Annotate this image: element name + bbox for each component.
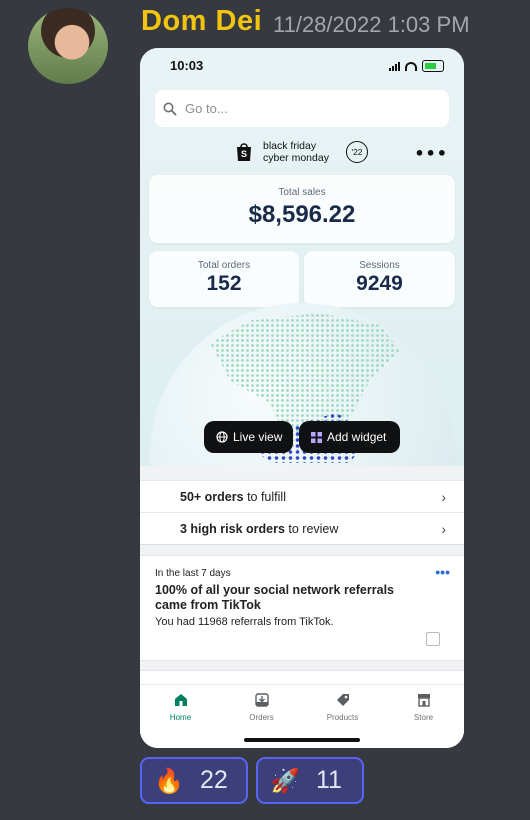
chevron-right-icon: ›	[441, 488, 446, 505]
task-fulfill-orders[interactable]: 50+ orders to fulfill ›	[140, 480, 464, 512]
insight-period: In the last 7 days	[155, 568, 231, 579]
total-sales-value: $8,596.22	[248, 201, 356, 228]
add-widget-button[interactable]: Add widget	[299, 421, 400, 453]
sessions-label: Sessions	[359, 260, 400, 271]
shopify-bag-icon: S	[237, 143, 251, 161]
search-bar[interactable]: Go to...	[155, 90, 449, 127]
insight-card[interactable]: In the last 7 days ••• 100% of all your …	[140, 555, 464, 661]
more-options-icon[interactable]: •••	[414, 144, 448, 163]
tab-orders-label: Orders	[249, 713, 274, 722]
orders-icon	[254, 693, 269, 707]
total-orders-value: 152	[206, 272, 242, 295]
tab-products-label: Products	[326, 713, 359, 722]
promo-line-2: cyber monday	[263, 152, 329, 164]
task-text: 50+ orders to fulfill	[180, 489, 286, 504]
promo-text: black friday cyber monday	[263, 140, 329, 164]
sessions-value: 9249	[356, 272, 403, 295]
task-list: 50+ orders to fulfill › 3 high risk orde…	[140, 480, 464, 545]
rocket-icon: 🚀	[270, 766, 300, 795]
task-text: 3 high risk orders to review	[180, 521, 339, 536]
east-coast-dots	[419, 303, 455, 339]
tab-store-label: Store	[413, 713, 434, 722]
fire-icon: 🔥	[154, 766, 184, 795]
reaction-count: 22	[200, 766, 228, 794]
tab-home-label: Home	[169, 713, 192, 722]
dashboard-header: 10:03 Go to... S black friday cyber mond…	[140, 48, 464, 608]
products-icon	[336, 694, 349, 706]
svg-text:S: S	[241, 149, 247, 159]
signal-icon	[389, 61, 400, 71]
user-avatar[interactable]	[28, 8, 108, 84]
promo-banner[interactable]: S black friday cyber monday	[235, 140, 329, 164]
insight-title: 100% of all your social network referral…	[155, 583, 394, 612]
insight-body: You had 11968 referrals from TikTok.	[155, 616, 334, 628]
wifi-icon	[405, 61, 417, 71]
task-review-high-risk[interactable]: 3 high risk orders to review ›	[140, 512, 464, 544]
status-icons	[389, 60, 444, 72]
promo-year-badge: '22	[346, 141, 368, 163]
sessions-card[interactable]: Sessions 9249	[304, 251, 455, 307]
tab-store[interactable]: Store	[394, 685, 454, 748]
total-sales-label: Total sales	[278, 187, 326, 198]
home-icon	[174, 694, 187, 706]
total-sales-card[interactable]: Total sales $8,596.22	[149, 175, 455, 243]
reaction-rocket[interactable]: 🚀 11	[256, 757, 364, 804]
chevron-right-icon: ›	[441, 520, 446, 537]
reaction-count: 11	[316, 766, 342, 794]
widget-grid-icon	[311, 431, 322, 443]
username[interactable]: Dom Dei	[141, 5, 262, 38]
add-widget-label: Add widget	[327, 430, 387, 444]
search-icon	[163, 102, 177, 116]
total-orders-card[interactable]: Total orders 152	[149, 251, 299, 307]
screenshot-attachment[interactable]: 10:03 Go to... S black friday cyber mond…	[140, 48, 464, 748]
search-placeholder: Go to...	[185, 101, 228, 116]
reaction-fire[interactable]: 🔥 22	[140, 757, 248, 804]
total-orders-label: Total orders	[197, 260, 251, 271]
live-view-button[interactable]: Live view	[204, 421, 293, 453]
live-view-label: Live view	[233, 430, 283, 444]
battery-icon	[422, 60, 444, 72]
message-timestamp: 11/28/2022 1:03 PM	[273, 12, 470, 37]
globe-icon	[216, 431, 228, 443]
status-time: 10:03	[170, 58, 204, 73]
promo-line-1: black friday	[263, 140, 317, 152]
store-icon	[417, 694, 430, 707]
insight-more-icon[interactable]: •••	[435, 564, 450, 580]
image-icon	[426, 632, 440, 646]
home-indicator	[244, 738, 360, 742]
tab-home[interactable]: Home	[151, 685, 211, 748]
